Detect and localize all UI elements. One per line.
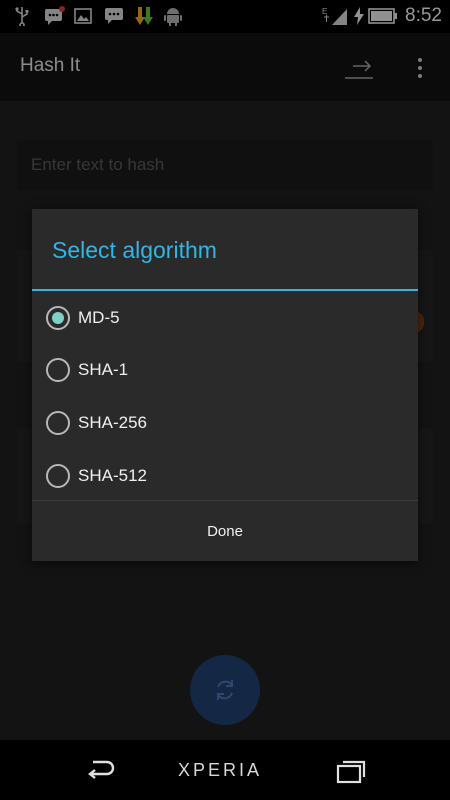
option-sha1[interactable]: SHA-1 — [32, 344, 418, 396]
dialog-title: Select algorithm — [52, 237, 217, 263]
dialog-title-divider — [32, 289, 418, 291]
option-label: MD-5 — [78, 308, 120, 327]
xperia-logo: XPERIA — [178, 760, 263, 780]
radio-unselected-icon[interactable] — [46, 358, 70, 382]
option-label: SHA-256 — [78, 413, 147, 432]
radio-selected-icon[interactable] — [46, 306, 70, 330]
select-algorithm-dialog: Select algorithm MD-5 SHA-1 SHA-256 SHA-… — [32, 209, 418, 561]
option-label: SHA-1 — [78, 360, 129, 379]
radio-unselected-icon[interactable] — [46, 464, 70, 488]
navigation-bar: XPERIA — [0, 740, 450, 800]
recent-apps-icon[interactable] — [335, 757, 367, 785]
option-md5[interactable]: MD-5 — [32, 292, 418, 344]
option-sha256[interactable]: SHA-256 — [32, 397, 418, 449]
back-icon[interactable] — [83, 756, 117, 784]
option-sha512[interactable]: SHA-512 — [32, 450, 418, 502]
radio-unselected-icon[interactable] — [46, 411, 70, 435]
option-label: SHA-512 — [78, 466, 147, 485]
done-button[interactable]: Done — [32, 501, 418, 561]
